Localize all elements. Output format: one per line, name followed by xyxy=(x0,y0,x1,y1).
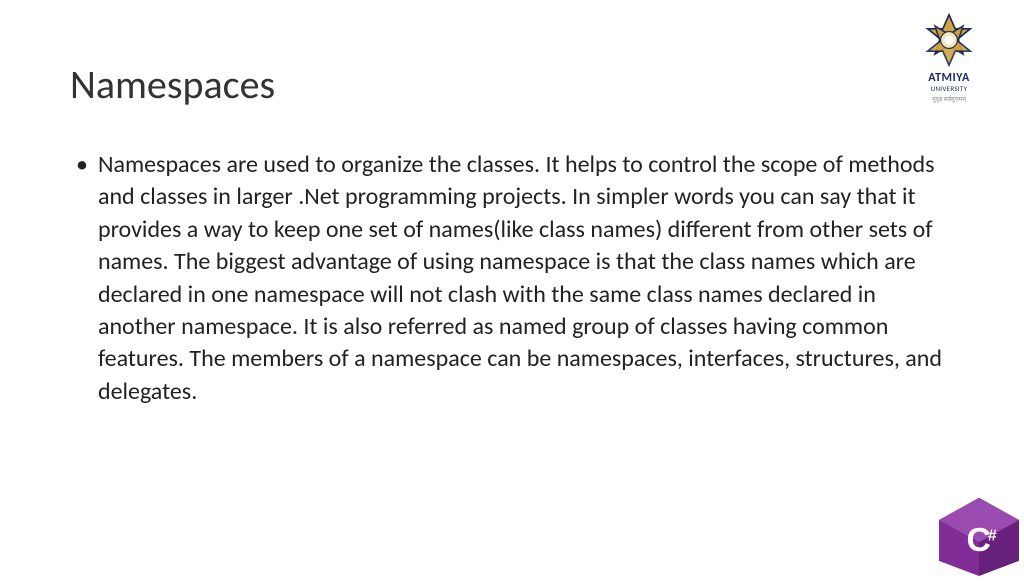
logo-tagline: मुदृढ सर्वमुत्तमम् xyxy=(904,95,994,103)
csharp-logo-icon: C # xyxy=(934,496,1024,576)
slide-container: ATMIYA UNIVERSITY मुदृढ सर्वमुत्तमम् Nam… xyxy=(0,0,1024,576)
bullet-item: • Namespaces are used to organize the cl… xyxy=(70,149,954,408)
logo-subtitle: UNIVERSITY xyxy=(904,85,994,93)
slide-content: • Namespaces are used to organize the cl… xyxy=(70,149,954,408)
university-logo: ATMIYA UNIVERSITY मुदृढ सर्वमुत्तमम् xyxy=(904,12,994,103)
bullet-marker: • xyxy=(76,149,88,181)
bullet-text: Namespaces are used to organize the clas… xyxy=(98,149,954,408)
svg-text:#: # xyxy=(988,527,997,544)
page-title: Namespaces xyxy=(70,60,954,109)
logo-title: ATMIYA xyxy=(904,72,994,84)
star-badge-icon xyxy=(921,12,977,68)
